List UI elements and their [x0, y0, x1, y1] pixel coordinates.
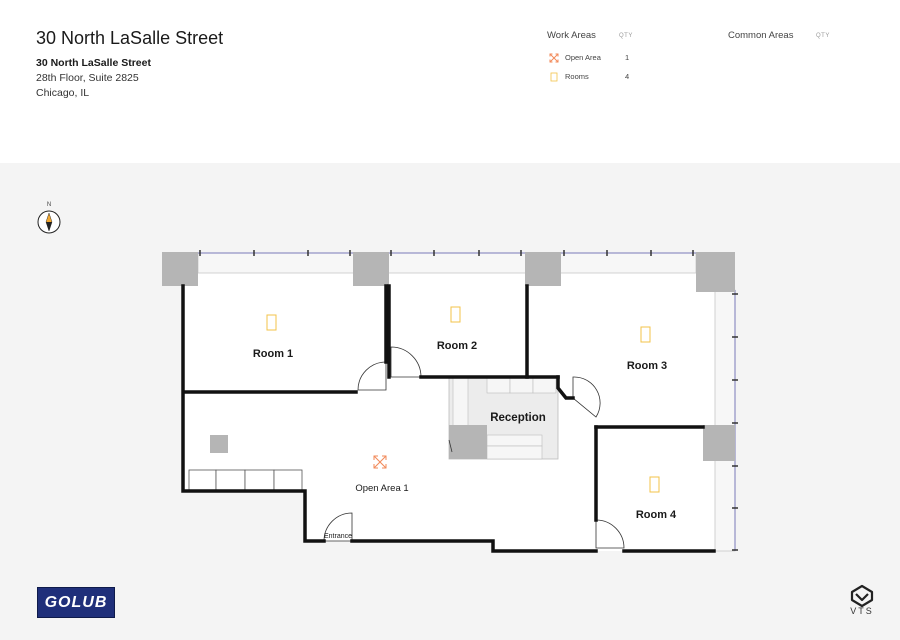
window-strip-right	[714, 289, 736, 552]
storage-cabinets	[188, 469, 303, 491]
room-2-label: Room 2	[437, 340, 477, 352]
room-4-label: Room 4	[636, 509, 677, 521]
room-3-label: Room 3	[627, 360, 667, 372]
reception-label: Reception	[490, 412, 546, 424]
golub-logo: GOLUB	[37, 587, 115, 618]
window-strip-top	[197, 252, 697, 274]
vts-logo-text: VTS	[850, 606, 874, 616]
open-area-1-label: Open Area 1	[355, 483, 408, 494]
compass-icon	[37, 210, 61, 234]
room-1-label: Room 1	[253, 348, 293, 360]
floor-plan: N Room 1 Room 2 Room 3 Room 4 Reception …	[37, 202, 874, 608]
entrance-label: Entrance	[324, 533, 352, 540]
compass-label: N	[47, 202, 51, 208]
vts-logo-icon	[850, 584, 874, 608]
